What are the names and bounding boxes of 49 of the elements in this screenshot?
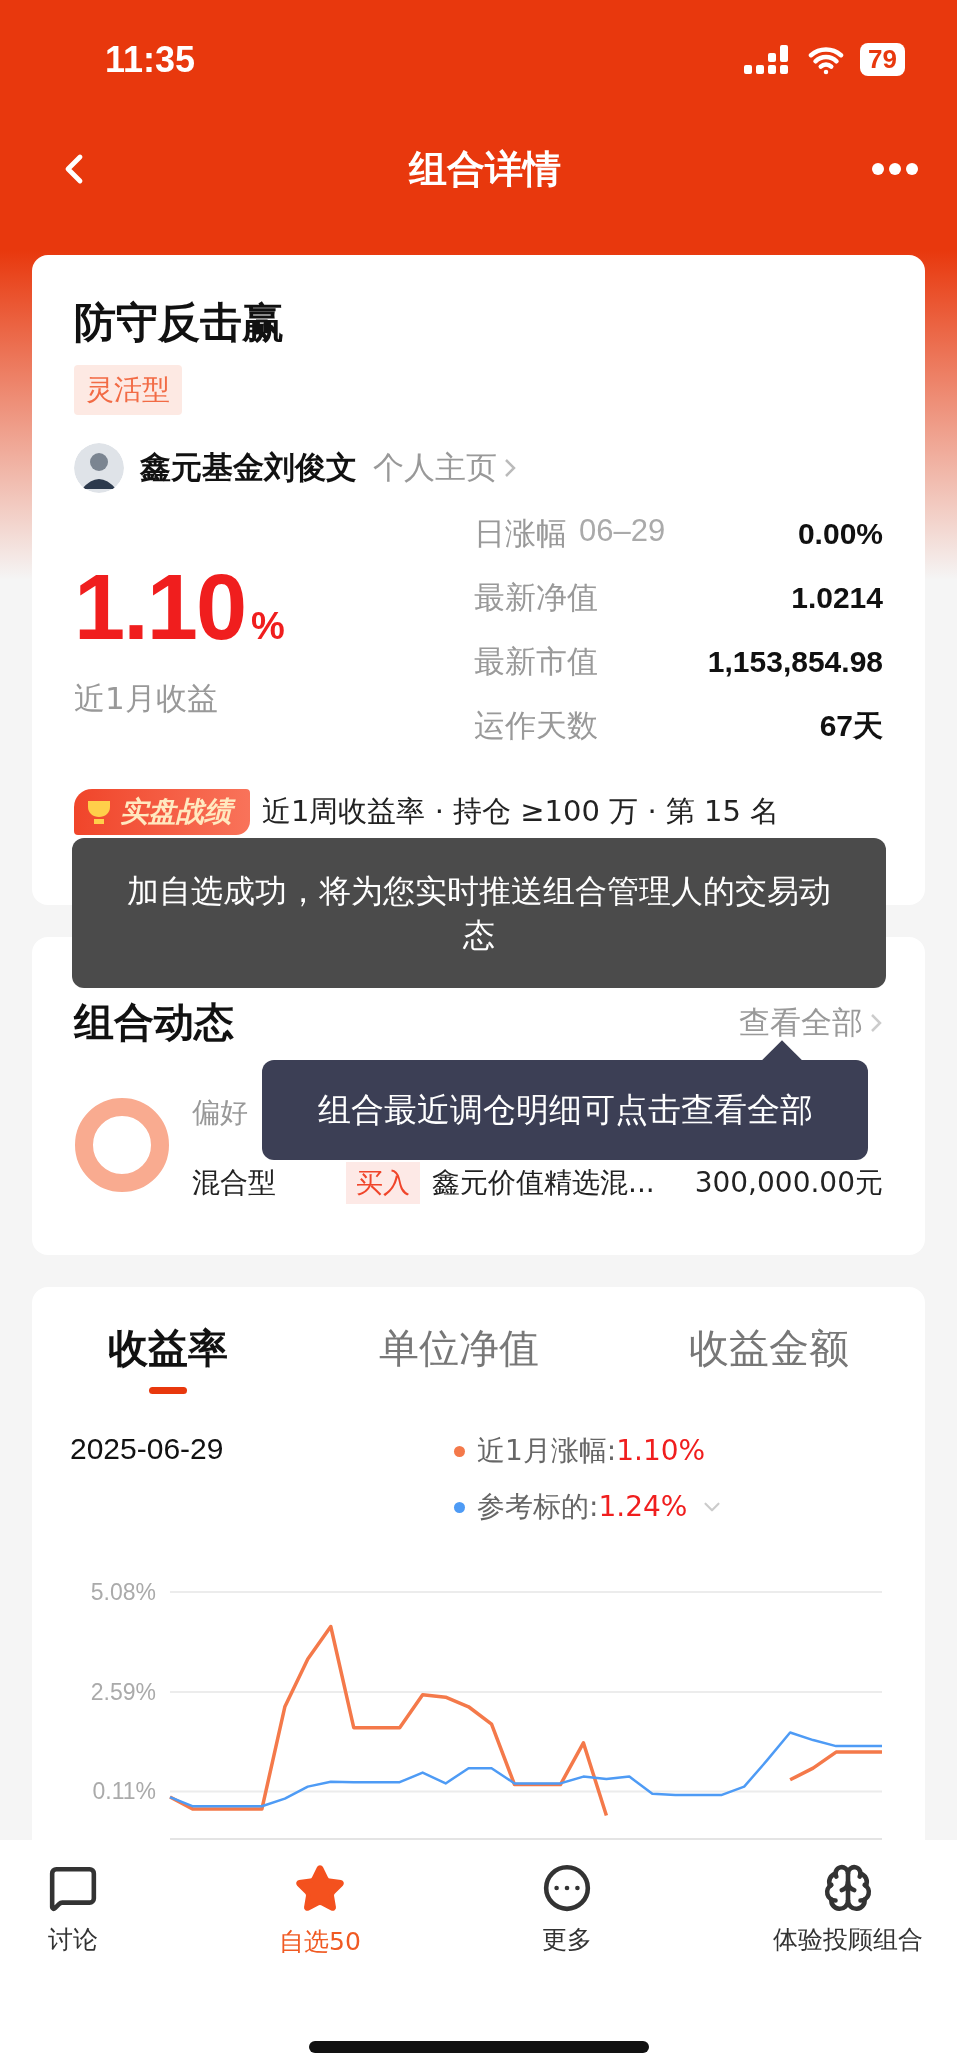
stat-value: 1,153,854.98 [707,645,883,679]
stat-value: 0.00% [797,517,883,551]
chevron-icon [503,457,517,479]
ranking-text: 近1周收益率 · 持仓 ≥100 万 · 第 15 名 [262,793,780,830]
stat-label: 日涨幅 [474,514,567,553]
toast-message: 加自选成功，将为您实时推送组合管理人的交易动态 [72,838,886,988]
stat-date: 06–29 [579,513,666,550]
chevron-icon [869,1011,883,1034]
chart-tab[interactable]: 收益金额 [689,1321,849,1394]
trade-amount: 300,000.00元 [694,1165,883,1201]
tab-bar-item[interactable]: 自选50 [273,1862,367,1959]
ranking-badge: 实盘战绩 [74,789,250,835]
avatar [74,443,124,493]
chart-date: 2025-06-29 [70,1432,225,1467]
axis-label: 5.08% [90,1579,156,1605]
tooltip: 组合最近调仓明细可点击查看全部 [262,1060,868,1160]
stat-value: 67天 [819,707,883,744]
legend-item: 近1月涨幅:1.10% [477,1433,706,1469]
return-label: 近1月收益 [74,679,219,718]
status-time: 11:35 [105,38,196,81]
stat-label: 最新净值 [474,578,598,617]
profile-link[interactable]: 个人主页 [373,447,517,489]
manager-name: 鑫元基金刘俊文 [140,448,357,487]
view-all-link[interactable]: 查看全部 [739,1001,883,1044]
portfolio-name: 防守反击赢 [74,297,285,349]
stat-value: 1.0214 [791,581,883,615]
axis-label: 2.59% [90,1678,156,1705]
more-icon [541,1863,592,1913]
section-title: 组合动态 [74,998,234,1047]
trade-action: 买入 [346,1162,420,1204]
page-title: 组合详情 [408,145,561,193]
fund-name: 鑫元价值精选混... [432,1165,656,1201]
chart-tab[interactable]: 单位净值 [378,1321,539,1394]
preference-label: 偏好 [192,1095,248,1131]
donut-icon [74,1097,170,1193]
return-value: 1.10% [74,555,286,660]
tab-bar-item[interactable]: 更多 [521,1862,612,1959]
tab-bar-item[interactable]: 讨论 [28,1862,118,1959]
preference-value: 混合型 [192,1165,277,1201]
legend-item: 参考标的:1.24% [477,1489,688,1525]
stat-label: 最新市值 [474,642,598,681]
portfolio-tag: 灵活型 [74,365,182,415]
brain-icon [823,1863,873,1913]
battery-indicator: 79 [860,43,905,76]
more-button[interactable] [871,162,919,176]
chart-tab[interactable]: 收益率 [108,1321,228,1394]
tab-bar-item[interactable]: 体验投顾组合 [767,1862,929,1959]
axis-label: 0.11% [92,1778,156,1805]
stat-label: 运作天数 [474,706,598,745]
